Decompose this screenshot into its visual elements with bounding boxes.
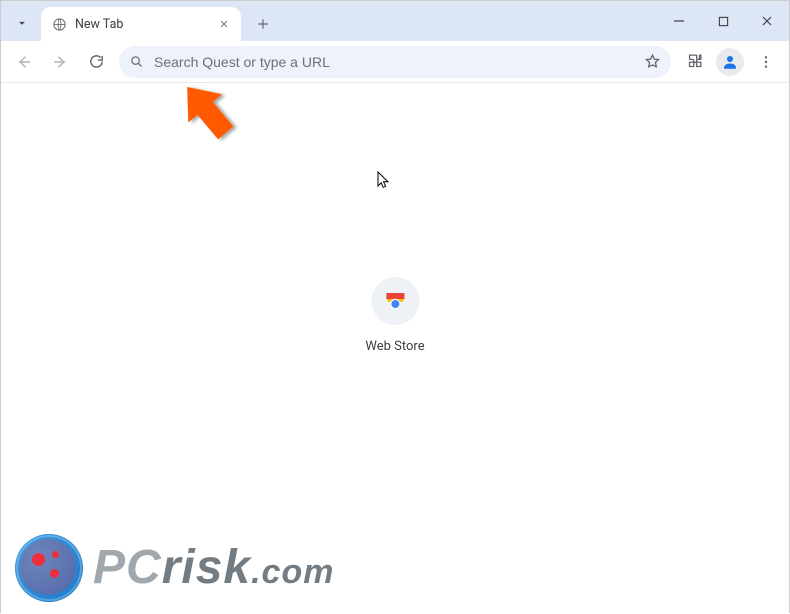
arrow-left-icon [15, 53, 33, 71]
browser-tab[interactable]: New Tab [41, 7, 241, 41]
bookmark-button[interactable] [644, 53, 661, 70]
arrow-right-icon [51, 53, 69, 71]
shortcut-icon-bubble [371, 277, 419, 325]
reload-icon [88, 53, 105, 70]
minimize-icon [673, 15, 685, 27]
maximize-button[interactable] [701, 5, 745, 37]
omnibox[interactable] [119, 46, 671, 78]
search-icon [129, 54, 144, 69]
close-tab-button[interactable] [215, 15, 233, 33]
reload-button[interactable] [79, 45, 113, 79]
tab-strip: New Tab [1, 1, 789, 41]
address-input[interactable] [154, 54, 644, 70]
forward-button[interactable] [43, 45, 77, 79]
close-icon [219, 19, 229, 29]
kebab-icon [758, 54, 774, 70]
menu-button[interactable] [749, 45, 783, 79]
tabs-dropdown-button[interactable] [7, 8, 37, 38]
toolbar [1, 41, 789, 83]
extensions-button[interactable] [677, 45, 711, 79]
shortcut-label: Web Store [365, 339, 424, 354]
globe-icon [51, 16, 67, 32]
close-window-button[interactable] [745, 5, 789, 37]
new-tab-button[interactable] [249, 10, 277, 38]
chrome-web-store-icon [383, 289, 407, 313]
window-controls [657, 1, 789, 41]
profile-avatar-icon [716, 48, 744, 76]
profile-button[interactable] [713, 45, 747, 79]
maximize-icon [718, 16, 729, 27]
back-button[interactable] [7, 45, 41, 79]
new-tab-page: Web Store [1, 83, 789, 614]
chevron-down-icon [15, 16, 29, 30]
tab-title: New Tab [75, 17, 215, 32]
close-icon [761, 15, 773, 27]
puzzle-icon [686, 53, 703, 70]
plus-icon [256, 17, 270, 31]
minimize-button[interactable] [657, 5, 701, 37]
star-icon [644, 53, 661, 70]
shortcut-web-store[interactable]: Web Store [365, 277, 424, 354]
